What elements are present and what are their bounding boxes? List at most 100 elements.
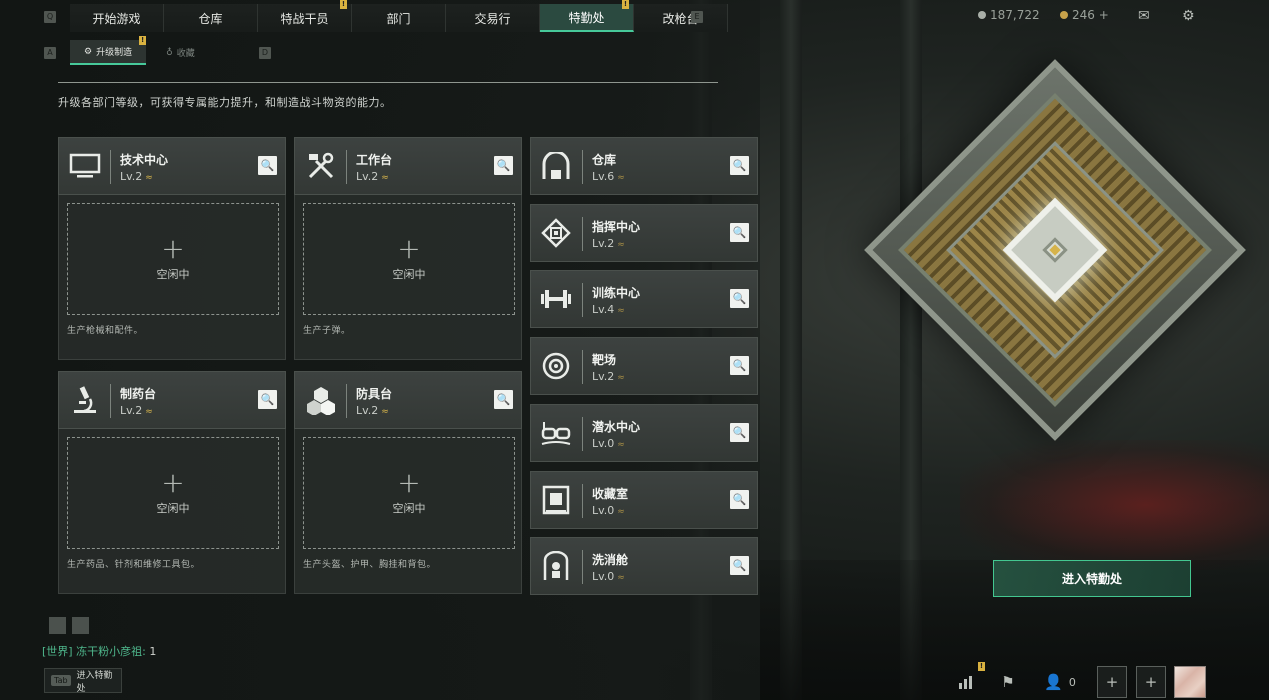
department-name: 收藏室 [592,486,629,501]
nav-tab-2[interactable]: 特战干员! [258,0,352,32]
divider [582,283,583,318]
production-panel: + 空闲中生产药品、针剂和维修工具包。 [58,429,286,594]
production-panel: + 空闲中 生产头盔、护甲、胸挂和背包。 [294,429,522,594]
search-icon[interactable]: 🔍 [730,489,749,509]
search-icon[interactable]: 🔍 [730,422,749,442]
subtab-0[interactable]: ⚙ 升级制造! [70,36,147,65]
tab-key: Tab [51,675,71,686]
special-ops-cube-art [864,40,1246,460]
mail-icon[interactable]: ✉ [1138,8,1150,24]
nav-tab-0[interactable]: 开始游戏 [70,4,164,32]
department-name: 工作台 [356,153,393,167]
divider [582,483,583,518]
search-icon[interactable]: 🔍 [730,289,749,309]
department-card-header[interactable]: 工作台 Lv.2 ≈ 🔍 [294,137,522,195]
chat-toggle-2[interactable] [72,617,89,634]
upgrade-chevron-icon: ≈ [617,306,625,317]
enter-special-ops-button[interactable]: 进入特勤处 [993,560,1191,597]
subnav-key-left[interactable]: A [44,47,56,59]
tab-label: 进入特勤处 [76,670,113,694]
subtab-1[interactable]: ♁ 收藏 [152,40,209,65]
department-level: Lv.0 ≈ [592,570,625,584]
upgrade-chevron-icon: ≈ [381,407,389,417]
nav-tab-6[interactable]: 改枪台 [634,4,728,32]
department-name: 防具台 [356,387,393,401]
nav-tab-label: 部门 [386,11,411,26]
department-row[interactable]: 靶场 Lv.2 ≈ 🔍 [530,337,758,396]
flag-icon[interactable]: ⚑ [996,666,1020,698]
nav-tab-label: 特战干员 [280,11,329,26]
search-icon[interactable]: 🔍 [730,222,749,242]
chat-message[interactable]: [世界] 冻干粉小彦祖: 1 [42,643,156,659]
page-description: 升级各部门等级，可获得专属能力提升，和制造战斗物资的能力。 [58,96,392,109]
divider [582,416,583,451]
search-icon[interactable]: 🔍 [258,390,277,409]
search-icon[interactable]: 🔍 [494,156,513,175]
tab-enter-button[interactable]: Tab 进入特勤处 [44,668,122,694]
tools-icon [303,148,339,184]
search-icon[interactable]: 🔍 [730,556,749,576]
search-icon[interactable]: 🔍 [730,356,749,376]
command-chip-icon [539,216,573,250]
warehouse-icon [539,149,573,183]
notification-badge: ! [622,0,629,9]
department-level: Lv.0 ≈ [592,436,625,450]
department-row[interactable]: 仓库 Lv.6 ≈ 🔍 [530,137,758,195]
department-level: Lv.2 ≈ [356,404,389,417]
production-slot[interactable]: + 空闲中 [303,437,515,549]
nav-key-left[interactable]: Q [44,11,56,23]
nav-tab-3[interactable]: 部门 [352,4,446,32]
department-level: Lv.4 ≈ [592,303,625,317]
plus-icon: + [397,466,421,499]
department-name: 制药台 [120,387,157,401]
slot-status: 空闲中 [392,502,426,515]
nav-tab-1[interactable]: 仓库 [164,4,258,32]
department-name: 靶场 [592,353,617,368]
search-icon[interactable]: 🔍 [730,156,749,175]
production-slot[interactable]: + 空闲中 [303,203,515,315]
upgrade-chevron-icon: ≈ [617,373,625,384]
add-slot-button-1[interactable]: + [1097,666,1127,698]
upgrade-chevron-icon: ≈ [145,173,153,183]
nav-tab-label: 仓库 [198,11,223,26]
slot-status: 空闲中 [156,268,190,281]
upgrade-chevron-icon: ≈ [617,173,625,183]
department-level: Lv.6 ≈ [592,170,625,183]
gold-balance[interactable]: 246 + [1060,8,1109,22]
department-level: Lv.2 ≈ [120,404,153,417]
subnav-key-right[interactable]: D [259,47,271,59]
department-card-header[interactable]: 制药台 Lv.2 ≈ 🔍 [58,371,286,429]
department-level: Lv.2 ≈ [356,170,389,183]
dumbbell-icon [539,282,573,316]
avatar[interactable] [1174,666,1206,698]
divider [110,150,111,184]
production-panel: + 空闲中 生产枪械和配件。 [58,195,286,360]
coin-icon [978,11,986,19]
department-row[interactable]: 指挥中心 Lv.2 ≈ 🔍 [530,203,758,262]
production-description: 生产子弹。 [303,326,351,336]
nav-tab-label: 特勤处 [568,10,605,25]
nav-tab-5[interactable]: 特勤处! [540,0,634,32]
production-description: 生产药品、针剂和维修工具包。 [67,560,201,570]
department-row[interactable]: 训练中心 Lv.4 ≈ 🔍 [530,270,758,329]
stats-icon[interactable] [953,666,979,698]
divider [58,82,718,83]
department-row[interactable]: 收藏室 Lv.0 ≈ 🔍 [530,470,758,529]
friends-button[interactable]: 👤 0 [1040,666,1080,698]
department-card-header[interactable]: 防具台 Lv.2 ≈ 🔍 [294,371,522,429]
production-slot[interactable]: + 空闲中 [67,437,279,549]
add-slot-button-2[interactable]: + [1136,666,1166,698]
production-slot[interactable]: + 空闲中 [67,203,279,315]
department-row[interactable]: 洗消舱 Lv.0 ≈ 🔍 [530,537,758,596]
search-icon[interactable]: 🔍 [494,390,513,409]
nav-tab-4[interactable]: 交易行 [446,4,540,32]
chat-toggle-1[interactable] [49,617,66,634]
nav-tabs: 开始游戏 仓库 特战干员! 部门 交易行 特勤处! 改枪台 [70,0,728,32]
department-row[interactable]: 潜水中心 Lv.0 ≈ 🔍 [530,403,758,462]
department-name: 洗消舱 [592,553,629,568]
gear-icon[interactable]: ⚙ [1182,8,1195,24]
department-level: Lv.2 ≈ [592,236,625,250]
department-card-header[interactable]: 技术中心 Lv.2 ≈ 🔍 [58,137,286,195]
nav-key-right[interactable]: E [691,11,703,23]
search-icon[interactable]: 🔍 [258,156,277,175]
